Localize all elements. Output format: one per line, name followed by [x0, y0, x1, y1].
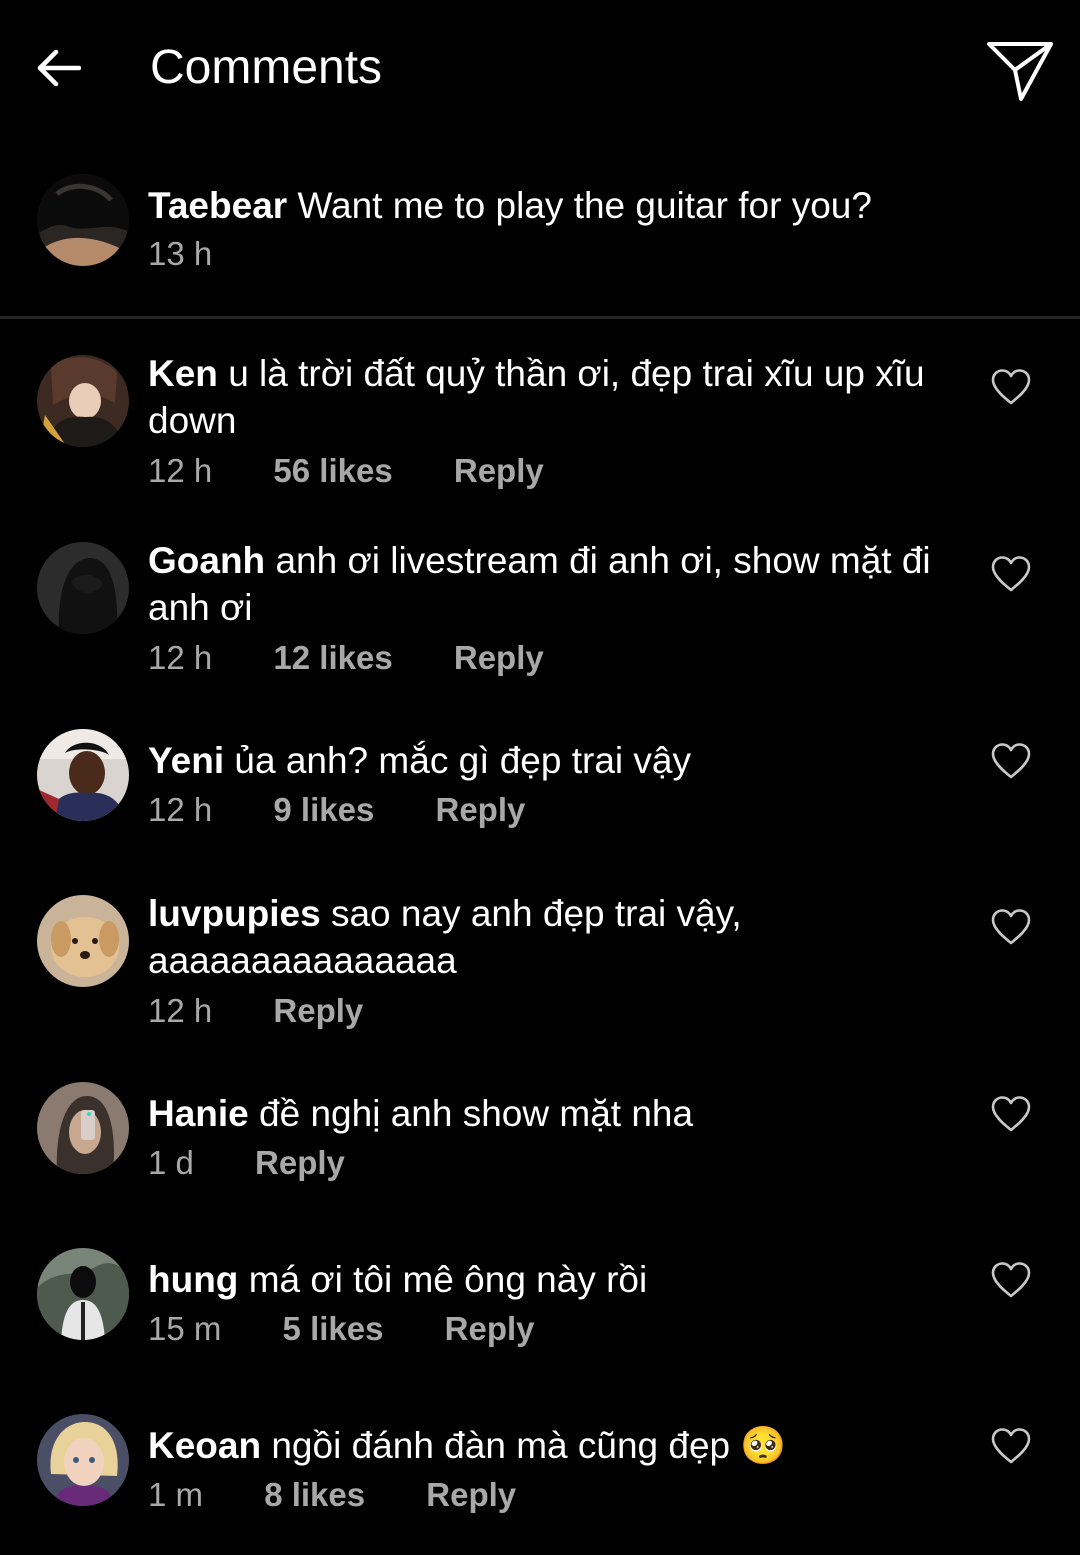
timestamp: 12 h: [148, 452, 213, 489]
reply-button[interactable]: Reply: [454, 451, 544, 491]
username[interactable]: Goanh: [148, 540, 265, 581]
reply-button[interactable]: Reply: [273, 991, 363, 1031]
reply-button[interactable]: Reply: [436, 790, 526, 830]
comment-text: u là trời đất quỷ thần ơi, đẹp trai xĩu …: [148, 353, 925, 441]
share-button[interactable]: [982, 36, 1058, 106]
header-bar: Comments: [0, 0, 1080, 140]
arrow-left-icon: [37, 49, 81, 87]
avatar[interactable]: [37, 355, 129, 447]
timestamp: 15 m: [148, 1310, 222, 1347]
username[interactable]: luvpupies: [148, 893, 321, 934]
comment-meta: 1 d Reply: [148, 1143, 345, 1183]
timestamp: 12 h: [148, 639, 213, 676]
username[interactable]: hung: [148, 1259, 238, 1300]
reply-button[interactable]: Reply: [426, 1475, 516, 1515]
comment-text: ủa anh? mắc gì đẹp trai vậy: [234, 740, 692, 781]
comment-body: Yeni ủa anh? mắc gì đẹp trai vậy: [148, 737, 948, 784]
comment-text: anh ơi livestream đi anh ơi, show mặt đi…: [148, 540, 931, 628]
caption-text: Taebear Want me to play the guitar for y…: [148, 182, 948, 229]
back-button[interactable]: [30, 40, 86, 96]
heart-outline-icon[interactable]: [990, 742, 1032, 780]
comment-meta: 12 h Reply: [148, 991, 363, 1031]
timestamp: 12 h: [148, 791, 213, 828]
comment-meta: 1 m 8 likes Reply: [148, 1475, 516, 1515]
comment-text: má ơi tôi mê ông này rồi: [248, 1259, 648, 1300]
heart-outline-icon[interactable]: [990, 555, 1032, 593]
comment-body: Goanh anh ơi livestream đi anh ơi, show …: [148, 537, 948, 631]
comment-text: ngồi đánh đàn mà cũng đẹp 🥺: [271, 1425, 787, 1466]
likes-count[interactable]: 56 likes: [273, 451, 392, 491]
avatar[interactable]: [37, 174, 129, 266]
avatar[interactable]: [37, 1414, 129, 1506]
page-title: Comments: [150, 41, 383, 94]
avatar[interactable]: [37, 729, 129, 821]
username[interactable]: Yeni: [148, 740, 224, 781]
avatar[interactable]: [37, 542, 129, 634]
comment-meta: 15 m 5 likes Reply: [148, 1309, 535, 1349]
heart-outline-icon[interactable]: [990, 908, 1032, 946]
comment-text: Want me to play the guitar for you?: [297, 185, 872, 226]
reply-button[interactable]: Reply: [454, 638, 544, 678]
reply-button[interactable]: Reply: [445, 1309, 535, 1349]
comment-body: hung má ơi tôi mê ông này rồi: [148, 1256, 948, 1303]
avatar[interactable]: [37, 1082, 129, 1174]
timestamp: 13 h: [148, 235, 213, 272]
timestamp: 12 h: [148, 992, 213, 1029]
divider: [0, 316, 1080, 319]
comment-meta: 12 h 56 likes Reply: [148, 451, 544, 491]
avatar[interactable]: [37, 1248, 129, 1340]
likes-count[interactable]: 12 likes: [273, 638, 392, 678]
timestamp: 1 m: [148, 1476, 204, 1513]
comment-meta: 12 h 12 likes Reply: [148, 638, 544, 678]
username[interactable]: Keoan: [148, 1425, 261, 1466]
comment-text: đề nghị anh show mặt nha: [259, 1093, 694, 1134]
comment-meta: 12 h 9 likes Reply: [148, 790, 525, 830]
likes-count[interactable]: 9 likes: [273, 790, 374, 830]
heart-outline-icon[interactable]: [990, 1427, 1032, 1465]
heart-outline-icon[interactable]: [990, 1261, 1032, 1299]
reply-button[interactable]: Reply: [255, 1143, 345, 1183]
heart-outline-icon[interactable]: [990, 1095, 1032, 1133]
heart-outline-icon[interactable]: [990, 368, 1032, 406]
comment-body: luvpupies sao nay anh đẹp trai vậy, aaaa…: [148, 890, 948, 984]
timestamp: 1 d: [148, 1144, 194, 1181]
username[interactable]: Taebear: [148, 185, 287, 226]
username[interactable]: Hanie: [148, 1093, 249, 1134]
comment-body: Ken u là trời đất quỷ thần ơi, đẹp trai …: [148, 350, 948, 444]
comment-body: Hanie đề nghị anh show mặt nha: [148, 1090, 948, 1137]
likes-count[interactable]: 8 likes: [264, 1475, 365, 1515]
caption-meta: 13 h: [148, 234, 264, 274]
post-caption: Taebear Want me to play the guitar for y…: [0, 170, 1080, 316]
paper-plane-icon: [987, 42, 1053, 101]
comment-body: Keoan ngồi đánh đàn mà cũng đẹp 🥺: [148, 1422, 948, 1469]
username[interactable]: Ken: [148, 353, 218, 394]
avatar[interactable]: [37, 895, 129, 987]
likes-count[interactable]: 5 likes: [283, 1309, 384, 1349]
